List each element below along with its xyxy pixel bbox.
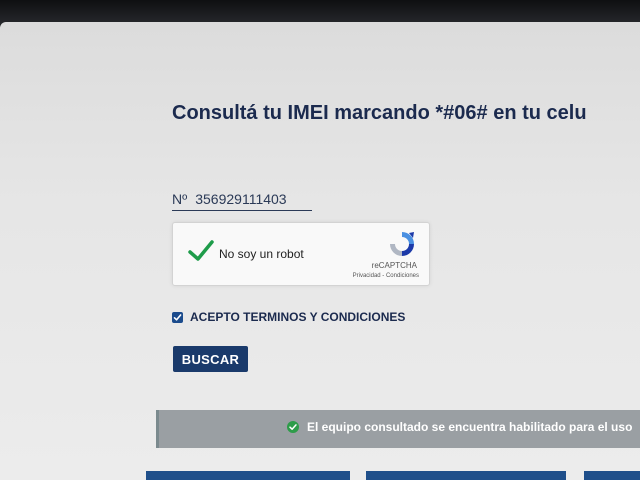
result-message: El equipo consultado se encuentra habili… xyxy=(307,420,633,434)
recaptcha-check-icon[interactable] xyxy=(187,237,215,265)
imei-prefix-label: Nº xyxy=(172,191,188,207)
recaptcha-logo-icon xyxy=(390,232,414,256)
terms-checkbox[interactable] xyxy=(172,311,183,323)
page-title: Consultá tu IMEI marcando *#06# en tu ce… xyxy=(172,102,587,124)
browser-viewport: Consultá tu IMEI marcando *#06# en tu ce… xyxy=(0,22,640,480)
recaptcha-label: No soy un robot xyxy=(219,247,304,261)
result-content: El equipo consultado se encuentra habili… xyxy=(287,420,632,434)
recaptcha-widget[interactable]: No soy un robot reCAPTCHA Privacidad - C… xyxy=(172,222,430,286)
recaptcha-privacy-links[interactable]: Privacidad - Condiciones xyxy=(353,273,419,279)
imei-input[interactable]: Nº 356929111403 xyxy=(172,188,312,211)
success-check-icon xyxy=(287,421,299,433)
checkbox-check-icon xyxy=(173,313,182,321)
search-button[interactable]: BUSCAR xyxy=(173,346,248,372)
bottom-tile-1[interactable] xyxy=(146,471,350,480)
monitor-bezel xyxy=(0,0,640,24)
result-banner: El equipo consultado se encuentra habili… xyxy=(156,410,640,448)
terms-checkbox-row[interactable]: ACEPTO TERMINOS Y CONDICIONES xyxy=(172,310,405,324)
recaptcha-brand: reCAPTCHA xyxy=(371,261,417,270)
bottom-tile-3[interactable] xyxy=(584,471,640,480)
imei-value: 356929111403 xyxy=(195,191,287,207)
terms-label: ACEPTO TERMINOS Y CONDICIONES xyxy=(190,310,406,324)
bottom-tile-2[interactable] xyxy=(366,471,566,480)
